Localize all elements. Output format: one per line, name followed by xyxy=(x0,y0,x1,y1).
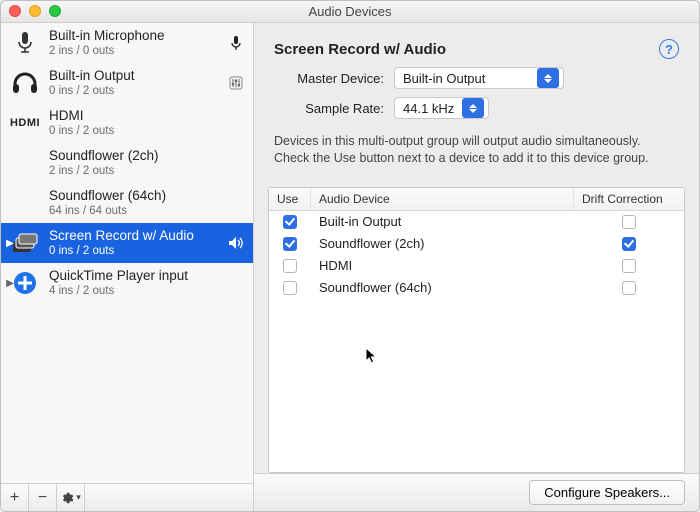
actions-menu-button[interactable]: ▾ xyxy=(57,484,85,511)
footer-bar: Configure Speakers... xyxy=(254,473,699,511)
device-io: 4 ins / 2 outs xyxy=(49,285,217,299)
row-device-name: Soundflower (2ch) xyxy=(311,236,574,251)
sample-rate-select[interactable]: 44.1 kHz xyxy=(394,97,489,119)
use-checkbox[interactable] xyxy=(283,259,297,273)
stepper-icon xyxy=(537,68,559,88)
device-io: 0 ins / 2 outs xyxy=(49,125,217,139)
titlebar: Audio Devices xyxy=(1,1,699,23)
device-badge-icon xyxy=(227,35,245,51)
sidebar-item-soundflower-2ch-[interactable]: Soundflower (2ch)2 ins / 2 outs xyxy=(1,143,253,183)
device-icon xyxy=(11,269,39,297)
sidebar-item-quicktime-player-input[interactable]: ▶ QuickTime Player input4 ins / 2 outs xyxy=(1,263,253,303)
sample-rate-value: 44.1 kHz xyxy=(403,101,458,116)
sidebar-item-built-in-output[interactable]: Built-in Output0 ins / 2 outs xyxy=(1,63,253,103)
table-row[interactable]: HDMI xyxy=(269,255,684,277)
drift-checkbox[interactable] xyxy=(622,259,636,273)
device-name: HDMI xyxy=(49,108,217,124)
master-device-label: Master Device: xyxy=(274,71,384,86)
col-drift[interactable]: Drift Correction xyxy=(574,188,684,210)
sidebar-item-screen-record-w-audio[interactable]: ▶ Screen Record w/ Audio0 ins / 2 outs xyxy=(1,223,253,263)
device-io: 2 ins / 0 outs xyxy=(49,45,217,59)
disclosure-icon[interactable]: ▶ xyxy=(5,238,15,249)
col-use[interactable]: Use xyxy=(269,188,311,210)
add-device-button[interactable]: + xyxy=(1,484,29,511)
zoom-icon[interactable] xyxy=(49,5,61,17)
device-io: 0 ins / 2 outs xyxy=(49,85,217,99)
chevron-down-icon: ▾ xyxy=(76,492,81,503)
minimize-icon[interactable] xyxy=(29,5,41,17)
device-name: Soundflower (2ch) xyxy=(49,148,217,164)
drift-checkbox[interactable] xyxy=(622,237,636,251)
table-row[interactable]: Soundflower (2ch) xyxy=(269,233,684,255)
col-audio-device[interactable]: Audio Device xyxy=(311,188,574,210)
table-header: Use Audio Device Drift Correction xyxy=(269,188,684,211)
sidebar-footer: + − ▾ xyxy=(1,483,253,511)
device-icon xyxy=(11,29,39,57)
device-name: Built-in Microphone xyxy=(49,28,217,44)
drift-checkbox[interactable] xyxy=(622,281,636,295)
device-name: QuickTime Player input xyxy=(49,268,217,284)
device-icon: HDMI xyxy=(11,109,39,137)
use-checkbox[interactable] xyxy=(283,237,297,251)
cursor-icon xyxy=(365,347,379,365)
device-name: Built-in Output xyxy=(49,68,217,84)
device-icon xyxy=(11,69,39,97)
row-device-name: Soundflower (64ch) xyxy=(311,280,574,295)
device-name: Soundflower (64ch) xyxy=(49,188,217,204)
help-button[interactable]: ? xyxy=(659,39,679,59)
use-checkbox[interactable] xyxy=(283,215,297,229)
main-panel: Screen Record w/ Audio ? Master Device: … xyxy=(254,23,699,511)
device-io: 0 ins / 2 outs xyxy=(49,245,217,259)
sample-rate-label: Sample Rate: xyxy=(274,101,384,116)
disclosure-icon[interactable]: ▶ xyxy=(5,278,15,289)
sidebar: Built-in Microphone2 ins / 0 outsBuilt-i… xyxy=(1,23,254,511)
device-io: 2 ins / 2 outs xyxy=(49,165,217,179)
device-io: 64 ins / 64 outs xyxy=(49,205,217,219)
use-checkbox[interactable] xyxy=(283,281,297,295)
hint-text: Devices in this multi-output group will … xyxy=(274,133,679,167)
row-device-name: HDMI xyxy=(311,258,574,273)
window-title: Audio Devices xyxy=(1,4,699,19)
device-list: Built-in Microphone2 ins / 0 outsBuilt-i… xyxy=(1,23,253,483)
row-device-name: Built-in Output xyxy=(311,214,574,229)
configure-speakers-button[interactable]: Configure Speakers... xyxy=(529,480,685,505)
table-row[interactable]: Built-in Output xyxy=(269,211,684,233)
stepper-icon xyxy=(462,98,484,118)
remove-device-button[interactable]: − xyxy=(29,484,57,511)
sidebar-item-hdmi[interactable]: HDMIHDMI0 ins / 2 outs xyxy=(1,103,253,143)
device-badge-icon xyxy=(227,236,245,250)
window: Audio Devices Built-in Microphone2 ins /… xyxy=(0,0,700,512)
device-icon xyxy=(11,189,39,217)
device-table: Use Audio Device Drift Correction Built-… xyxy=(268,187,685,473)
table-body: Built-in Output Soundflower (2ch) HDMI Soun… xyxy=(269,211,684,472)
drift-checkbox[interactable] xyxy=(622,215,636,229)
master-device-value: Built-in Output xyxy=(403,71,533,86)
device-name: Screen Record w/ Audio xyxy=(49,228,217,244)
device-heading: Screen Record w/ Audio xyxy=(274,41,446,58)
close-icon[interactable] xyxy=(9,5,21,17)
sidebar-item-soundflower-64ch-[interactable]: Soundflower (64ch)64 ins / 64 outs xyxy=(1,183,253,223)
sidebar-item-built-in-microphone[interactable]: Built-in Microphone2 ins / 0 outs xyxy=(1,23,253,63)
device-icon xyxy=(11,149,39,177)
device-badge-icon xyxy=(227,76,245,90)
table-row[interactable]: Soundflower (64ch) xyxy=(269,277,684,299)
master-device-select[interactable]: Built-in Output xyxy=(394,67,564,89)
device-icon xyxy=(11,229,39,257)
